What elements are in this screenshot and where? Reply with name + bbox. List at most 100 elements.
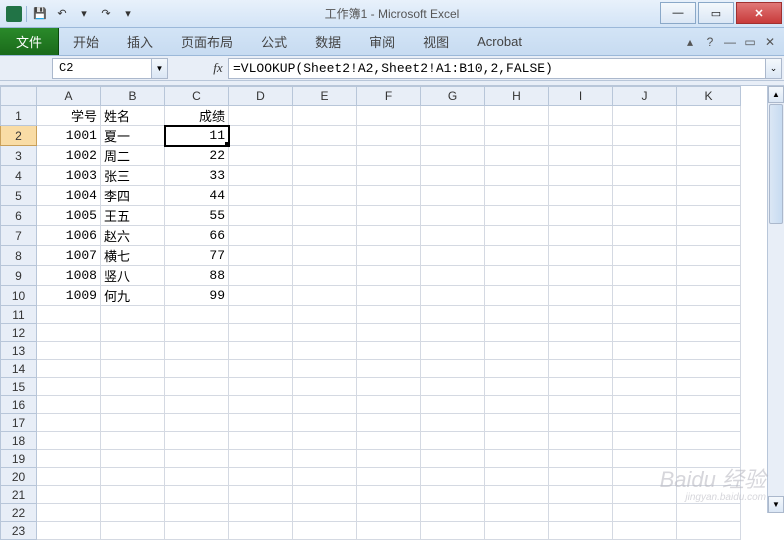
- cell-J17[interactable]: [613, 414, 677, 432]
- cell-G13[interactable]: [421, 342, 485, 360]
- cell-A9[interactable]: 1008: [37, 266, 101, 286]
- save-button[interactable]: 💾: [31, 5, 49, 23]
- cell-F17[interactable]: [357, 414, 421, 432]
- cell-J19[interactable]: [613, 450, 677, 468]
- cell-H4[interactable]: [485, 166, 549, 186]
- cell-F23[interactable]: [357, 522, 421, 540]
- cell-D14[interactable]: [229, 360, 293, 378]
- cell-C12[interactable]: [165, 324, 229, 342]
- cell-F10[interactable]: [357, 286, 421, 306]
- formula-input[interactable]: =VLOOKUP(Sheet2!A2,Sheet2!A1:B10,2,FALSE…: [228, 58, 766, 79]
- cell-H15[interactable]: [485, 378, 549, 396]
- cell-H1[interactable]: [485, 106, 549, 126]
- tab-home[interactable]: 开始: [59, 28, 113, 55]
- cell-G12[interactable]: [421, 324, 485, 342]
- cell-F21[interactable]: [357, 486, 421, 504]
- cell-C23[interactable]: [165, 522, 229, 540]
- cell-I18[interactable]: [549, 432, 613, 450]
- scroll-down-icon[interactable]: ▼: [768, 496, 784, 513]
- cell-K16[interactable]: [677, 396, 741, 414]
- cell-J23[interactable]: [613, 522, 677, 540]
- column-header-J[interactable]: J: [613, 87, 677, 106]
- cell-E2[interactable]: [293, 126, 357, 146]
- cell-I16[interactable]: [549, 396, 613, 414]
- cell-C5[interactable]: 44: [165, 186, 229, 206]
- cell-D3[interactable]: [229, 146, 293, 166]
- cell-F20[interactable]: [357, 468, 421, 486]
- cell-I5[interactable]: [549, 186, 613, 206]
- cell-E17[interactable]: [293, 414, 357, 432]
- cell-H3[interactable]: [485, 146, 549, 166]
- cell-K4[interactable]: [677, 166, 741, 186]
- cell-A8[interactable]: 1007: [37, 246, 101, 266]
- doc-close-icon[interactable]: ✕: [762, 34, 778, 50]
- cell-J12[interactable]: [613, 324, 677, 342]
- cell-D21[interactable]: [229, 486, 293, 504]
- cell-J20[interactable]: [613, 468, 677, 486]
- cell-D20[interactable]: [229, 468, 293, 486]
- cell-K10[interactable]: [677, 286, 741, 306]
- cell-G7[interactable]: [421, 226, 485, 246]
- cell-K7[interactable]: [677, 226, 741, 246]
- cell-J6[interactable]: [613, 206, 677, 226]
- cell-I2[interactable]: [549, 126, 613, 146]
- cell-G11[interactable]: [421, 306, 485, 324]
- cell-I23[interactable]: [549, 522, 613, 540]
- cell-K13[interactable]: [677, 342, 741, 360]
- cell-E8[interactable]: [293, 246, 357, 266]
- row-header-16[interactable]: 16: [1, 396, 37, 414]
- cell-K19[interactable]: [677, 450, 741, 468]
- cell-J13[interactable]: [613, 342, 677, 360]
- cell-I17[interactable]: [549, 414, 613, 432]
- cell-I19[interactable]: [549, 450, 613, 468]
- row-header-4[interactable]: 4: [1, 166, 37, 186]
- cell-K11[interactable]: [677, 306, 741, 324]
- cell-C6[interactable]: 55: [165, 206, 229, 226]
- cell-K6[interactable]: [677, 206, 741, 226]
- cell-C16[interactable]: [165, 396, 229, 414]
- cell-J18[interactable]: [613, 432, 677, 450]
- cell-K3[interactable]: [677, 146, 741, 166]
- cell-I7[interactable]: [549, 226, 613, 246]
- column-header-H[interactable]: H: [485, 87, 549, 106]
- cell-J4[interactable]: [613, 166, 677, 186]
- cell-B17[interactable]: [101, 414, 165, 432]
- cell-J14[interactable]: [613, 360, 677, 378]
- cell-I11[interactable]: [549, 306, 613, 324]
- cell-C17[interactable]: [165, 414, 229, 432]
- cell-C11[interactable]: [165, 306, 229, 324]
- cell-G16[interactable]: [421, 396, 485, 414]
- cell-D8[interactable]: [229, 246, 293, 266]
- cell-E1[interactable]: [293, 106, 357, 126]
- cell-J1[interactable]: [613, 106, 677, 126]
- tab-data[interactable]: 数据: [301, 28, 355, 55]
- cell-D13[interactable]: [229, 342, 293, 360]
- doc-minimize-icon[interactable]: —: [722, 34, 738, 50]
- cell-A6[interactable]: 1005: [37, 206, 101, 226]
- cell-A18[interactable]: [37, 432, 101, 450]
- name-box[interactable]: C2: [52, 58, 152, 79]
- cell-E16[interactable]: [293, 396, 357, 414]
- cell-G14[interactable]: [421, 360, 485, 378]
- tab-acrobat[interactable]: Acrobat: [463, 28, 536, 55]
- redo-button[interactable]: ↷: [97, 5, 115, 23]
- cell-G3[interactable]: [421, 146, 485, 166]
- cell-F3[interactable]: [357, 146, 421, 166]
- cell-G15[interactable]: [421, 378, 485, 396]
- cell-B3[interactable]: 周二: [101, 146, 165, 166]
- cell-B13[interactable]: [101, 342, 165, 360]
- cell-B15[interactable]: [101, 378, 165, 396]
- cell-F2[interactable]: [357, 126, 421, 146]
- cell-A16[interactable]: [37, 396, 101, 414]
- cell-H16[interactable]: [485, 396, 549, 414]
- row-header-2[interactable]: 2: [1, 126, 37, 146]
- cell-F1[interactable]: [357, 106, 421, 126]
- cell-C1[interactable]: 成绩: [165, 106, 229, 126]
- cell-H6[interactable]: [485, 206, 549, 226]
- cell-F4[interactable]: [357, 166, 421, 186]
- cell-H5[interactable]: [485, 186, 549, 206]
- cell-C13[interactable]: [165, 342, 229, 360]
- cell-G2[interactable]: [421, 126, 485, 146]
- cell-F14[interactable]: [357, 360, 421, 378]
- cell-E3[interactable]: [293, 146, 357, 166]
